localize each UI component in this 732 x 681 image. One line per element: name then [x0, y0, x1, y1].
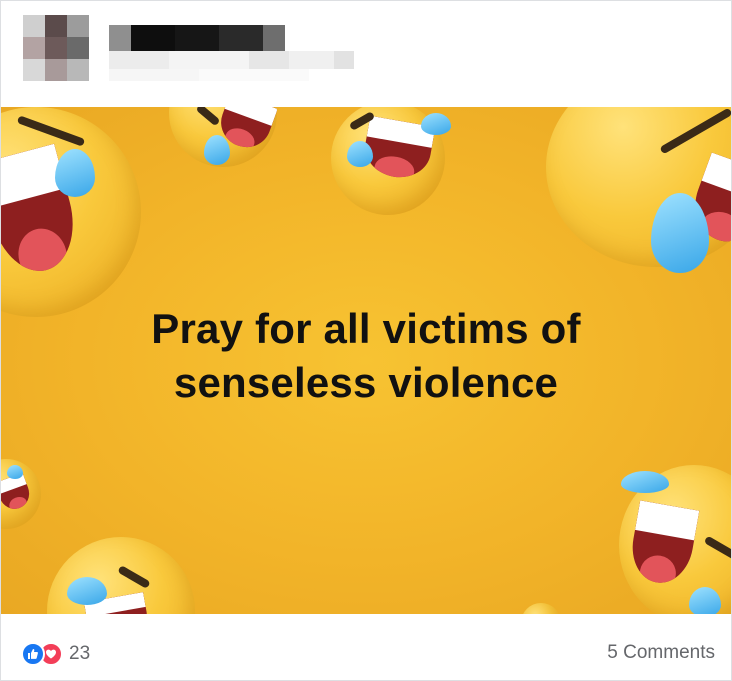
laughing-emoji-icon	[521, 603, 561, 614]
post-timestamp[interactable]	[109, 51, 354, 69]
post-card: Pray for all victims of senseless violen…	[0, 0, 732, 681]
tear-icon	[204, 135, 230, 165]
post-image[interactable]: Pray for all victims of senseless violen…	[1, 107, 731, 614]
caption-line-1: Pray for all victims of	[151, 305, 581, 352]
tear-icon	[421, 113, 451, 135]
comments-link[interactable]: 5 Comments	[607, 642, 715, 664]
post-header	[1, 1, 731, 107]
tear-icon	[347, 141, 373, 167]
author-name[interactable]	[109, 25, 289, 51]
reactions-summary[interactable]: 23	[21, 642, 90, 666]
tear-icon	[621, 471, 669, 493]
laughing-emoji-icon	[47, 537, 195, 614]
caption-line-2: senseless violence	[173, 359, 559, 406]
tear-icon	[7, 465, 23, 479]
laughing-emoji-icon	[1, 107, 141, 317]
reaction-count: 23	[69, 643, 91, 664]
post-footer: 23 5 Comments	[1, 614, 731, 680]
thumbs-up-icon	[21, 642, 45, 666]
tear-icon	[67, 577, 107, 605]
post-caption: Pray for all victims of senseless violen…	[1, 302, 731, 410]
avatar[interactable]	[23, 15, 89, 81]
